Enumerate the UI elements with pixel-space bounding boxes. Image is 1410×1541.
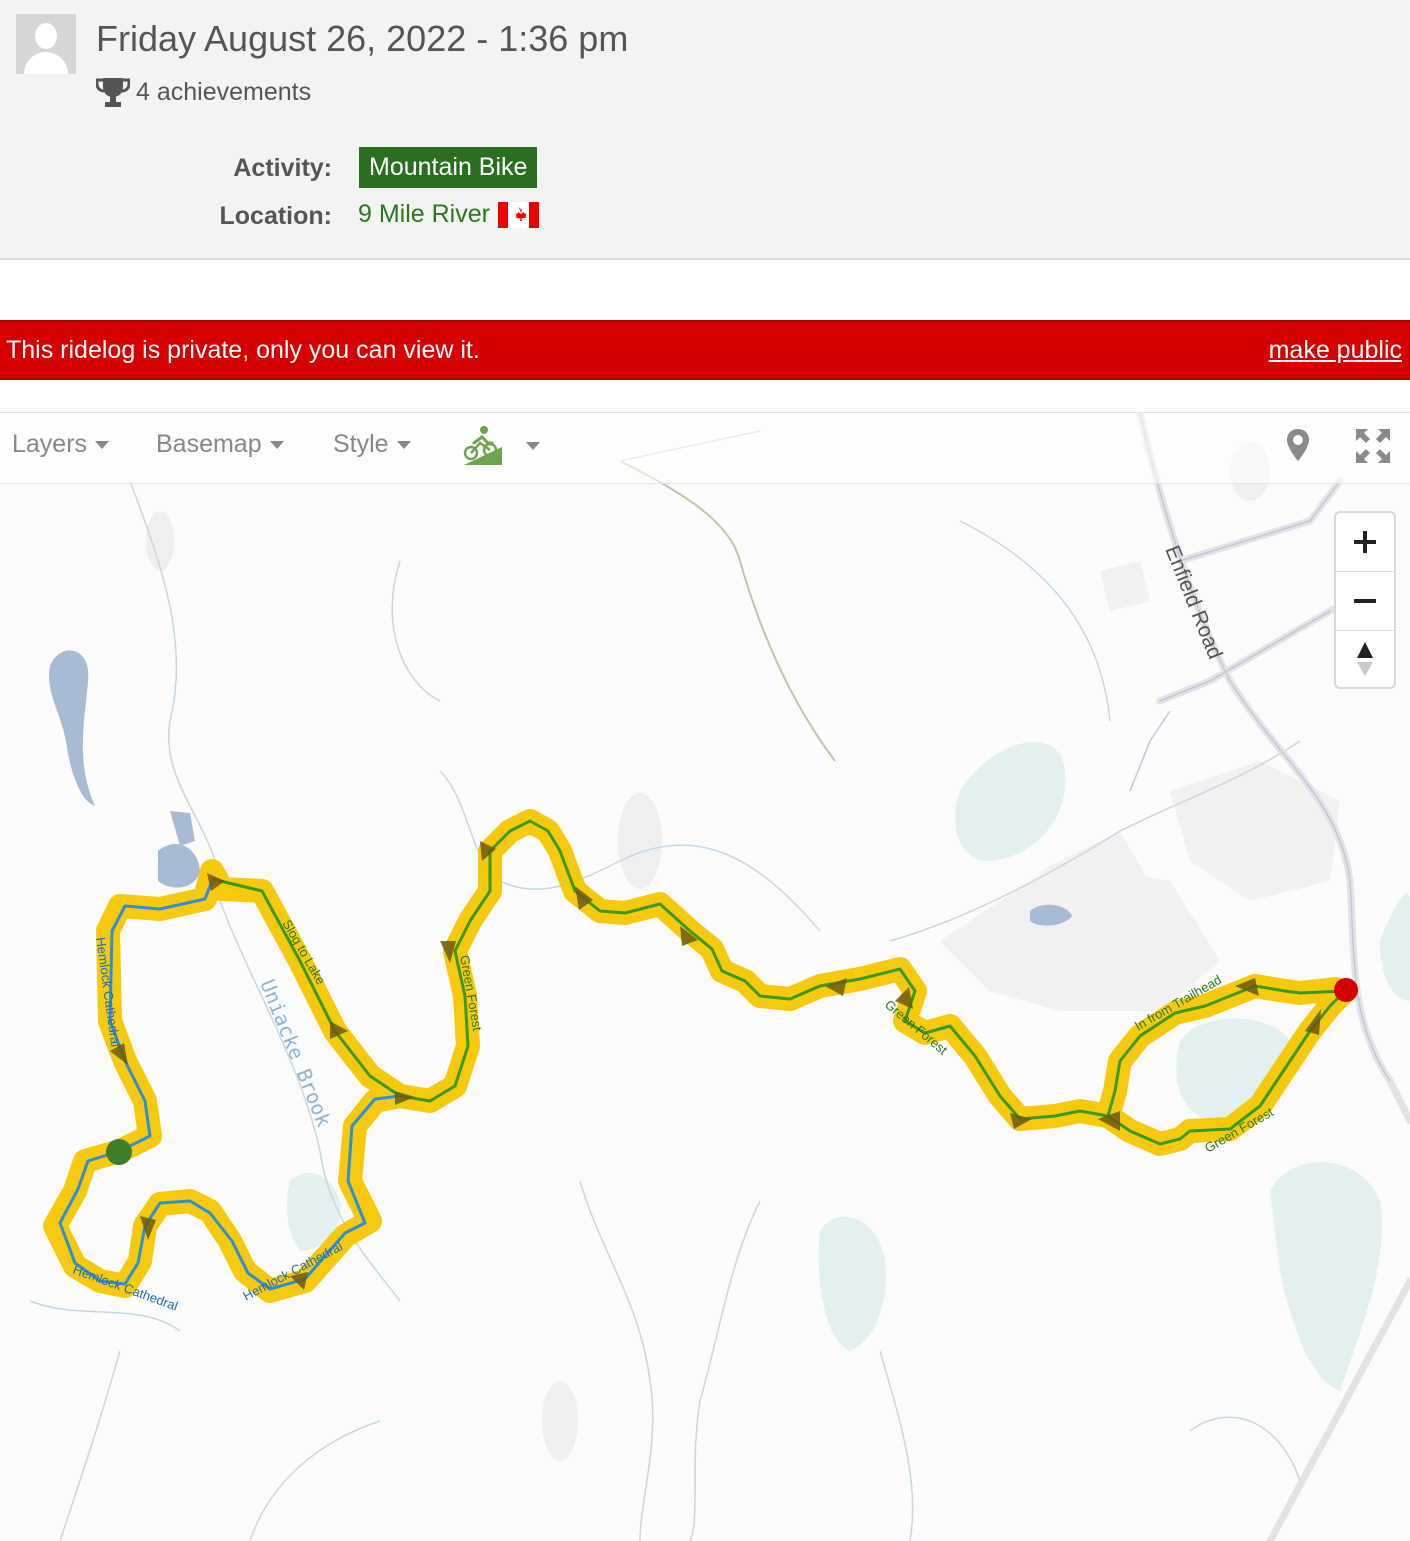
layers-label: Layers	[12, 430, 88, 458]
canada-flag-icon	[497, 201, 539, 228]
user-avatar[interactable]	[16, 14, 76, 74]
style-label: Style	[333, 430, 389, 458]
location-label: Location:	[219, 202, 333, 230]
map-pin-icon	[1287, 429, 1309, 461]
ride-header: Friday August 26, 2022 - 1:36 pm 4 achie…	[0, 0, 1410, 260]
location-link[interactable]: 9 Mile River	[358, 200, 490, 229]
fullscreen-icon	[1356, 429, 1390, 463]
activity-filter-menu[interactable]	[462, 425, 540, 467]
chevron-down-icon	[396, 440, 411, 449]
chevron-down-icon	[95, 440, 110, 449]
make-public-link[interactable]: make public	[1269, 336, 1402, 365]
map[interactable]: Enfield Road Uniacke Brook Slog to Lake …	[0, 412, 1410, 1541]
compass-icon	[1357, 642, 1373, 676]
zoom-out-button[interactable]	[1336, 572, 1394, 630]
chevron-down-icon	[526, 442, 540, 450]
basemap-menu[interactable]: Basemap	[156, 430, 284, 459]
fullscreen-button[interactable]	[1354, 427, 1392, 465]
location[interactable]: 9 Mile River	[358, 200, 539, 229]
ride-title: Friday August 26, 2022 - 1:36 pm	[96, 18, 629, 59]
minus-icon	[1354, 599, 1376, 603]
map-canvas[interactable]: Enfield Road Uniacke Brook Slog to Lake …	[0, 413, 1410, 1541]
locate-button[interactable]	[1286, 427, 1310, 463]
achievements-text: 4 achievements	[136, 77, 312, 106]
layers-menu[interactable]: Layers	[12, 430, 110, 459]
map-toolbar: Layers Basemap Style	[0, 413, 1410, 484]
private-banner: This ridelog is private, only you can vi…	[0, 320, 1410, 380]
activity-badge[interactable]: Mountain Bike	[359, 147, 538, 188]
private-message: This ridelog is private, only you can vi…	[6, 336, 480, 364]
basemap-label: Basemap	[156, 430, 262, 458]
style-menu[interactable]: Style	[333, 430, 411, 459]
zoom-control	[1334, 511, 1396, 689]
zoom-in-button[interactable]	[1336, 513, 1394, 571]
achievements[interactable]: 4 achievements	[96, 76, 311, 108]
activity-label: Activity:	[233, 154, 332, 182]
end-marker[interactable]	[1334, 978, 1358, 1002]
compass-reset-button[interactable]	[1336, 631, 1394, 689]
mountain-bike-icon	[463, 426, 502, 465]
chevron-down-icon	[269, 440, 284, 449]
trophy-icon	[96, 78, 130, 107]
plus-icon	[1354, 531, 1376, 553]
start-marker[interactable]	[106, 1139, 132, 1165]
